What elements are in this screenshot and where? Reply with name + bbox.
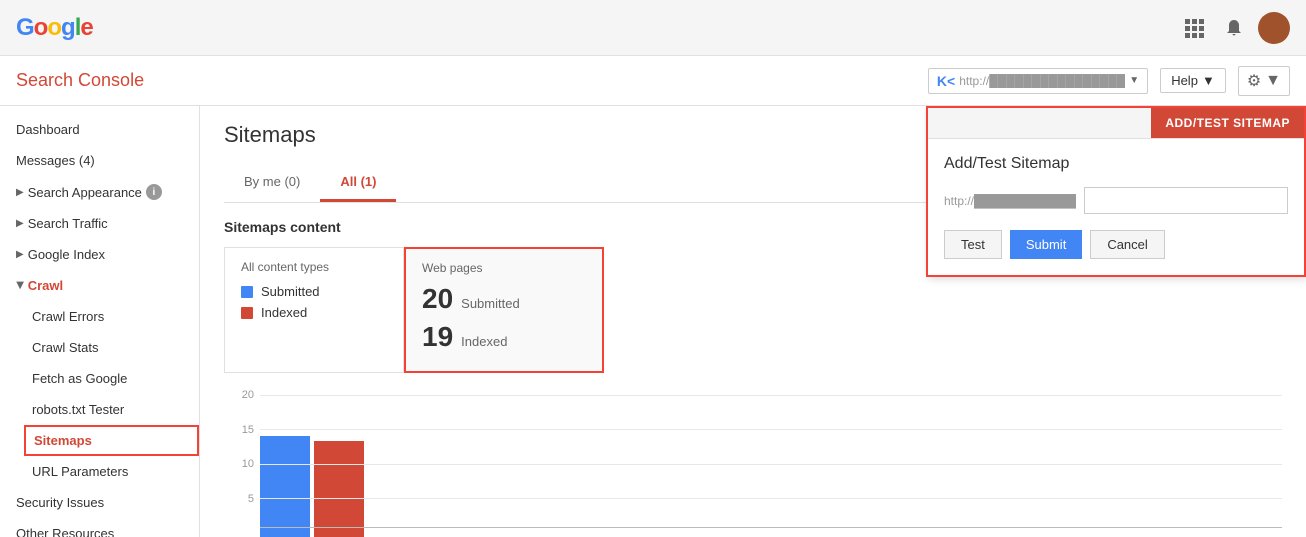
sidebar-item-crawl-stats[interactable]: Crawl Stats — [24, 332, 199, 363]
chart-area: 20 15 10 5 — [224, 389, 1282, 537]
gear-icon: ⚙ — [1247, 71, 1261, 91]
sidebar-section-crawl[interactable]: ▶ Crawl — [0, 270, 199, 301]
sidebar-item-robots-tester[interactable]: robots.txt Tester — [24, 394, 199, 425]
sidebar-item-security-issues[interactable]: Security Issues — [0, 487, 199, 518]
sidebar-item-google-index-label: Google Index — [28, 247, 105, 262]
apps-icon[interactable] — [1178, 12, 1210, 44]
legend-item-submitted: Submitted — [241, 284, 387, 299]
sidebar-item-fetch-as-google[interactable]: Fetch as Google — [24, 363, 199, 394]
sidebar-item-messages[interactable]: Messages (4) — [0, 145, 199, 176]
bar-indexed — [314, 441, 364, 537]
search-appearance-info-icon: i — [146, 184, 162, 200]
sidebar-item-crawl-errors[interactable]: Crawl Errors — [24, 301, 199, 332]
user-avatar[interactable] — [1258, 12, 1290, 44]
sidebar-section-search-traffic[interactable]: ▶ Search Traffic — [0, 208, 199, 239]
grid-rule — [260, 395, 1282, 396]
stat-row-submitted: 20 Submitted — [422, 283, 586, 315]
sidebar-item-dashboard[interactable]: Dashboard — [0, 114, 199, 145]
search-appearance-arrow-icon: ▶ — [16, 187, 24, 198]
notifications-icon[interactable] — [1218, 12, 1250, 44]
popup-add-test-button[interactable]: ADD/TEST SITEMAP — [1151, 108, 1304, 138]
popup-btn-bar: ADD/TEST SITEMAP — [928, 108, 1304, 139]
grid-line-20: 20 — [224, 389, 1282, 401]
submitted-color-dot — [241, 286, 253, 298]
submitted-label: Submitted — [461, 296, 520, 311]
main-layout: Dashboard Messages (4) ▶ Search Appearan… — [0, 106, 1306, 537]
crawl-arrow-icon: ▶ — [14, 282, 25, 290]
stats-card-title: Web pages — [422, 261, 586, 275]
test-button[interactable]: Test — [944, 230, 1002, 259]
sidebar-item-url-parameters[interactable]: URL Parameters — [24, 456, 199, 487]
add-test-sitemap-popup: ADD/TEST SITEMAP Add/Test Sitemap http:/… — [926, 106, 1306, 277]
google-index-arrow-icon: ▶ — [16, 249, 24, 260]
popup-content: Add/Test Sitemap http://████████████ Tes… — [928, 139, 1304, 275]
submitted-count: 20 — [422, 283, 453, 315]
site-selector[interactable]: K< http://████████████████ ▼ — [928, 68, 1148, 94]
settings-button[interactable]: ⚙ ▼ — [1238, 66, 1290, 96]
stat-row-indexed: 19 Indexed — [422, 321, 586, 353]
sidebar-section-google-index[interactable]: ▶ Google Index — [0, 239, 199, 270]
popup-actions: Test Submit Cancel — [944, 230, 1288, 259]
main-content: Sitemaps By me (0) All (1) Sitemaps cont… — [200, 106, 1306, 537]
stats-card: Web pages 20 Submitted 19 Indexed — [404, 247, 604, 373]
legend-item-indexed: Indexed — [241, 305, 387, 320]
sidebar-item-other-resources[interactable]: Other Resources — [0, 518, 199, 537]
app-title: Search Console — [16, 70, 144, 91]
google-logo: Google — [16, 14, 93, 42]
sidebar: Dashboard Messages (4) ▶ Search Appearan… — [0, 106, 200, 537]
settings-arrow-icon: ▼ — [1265, 72, 1281, 90]
sidebar-item-search-traffic-label: Search Traffic — [28, 216, 108, 231]
topbar-right — [1178, 12, 1290, 44]
help-label: Help — [1171, 73, 1198, 88]
sidebar-section-search-appearance[interactable]: ▶ Search Appearance i — [0, 176, 199, 208]
sidebar-item-sitemaps[interactable]: Sitemaps — [24, 425, 199, 456]
submit-button[interactable]: Submit — [1010, 230, 1082, 259]
help-arrow-icon: ▼ — [1202, 73, 1215, 88]
site-url: http://████████████████ — [959, 74, 1125, 88]
bar-submitted — [260, 436, 310, 537]
indexed-color-dot — [241, 307, 253, 319]
subheader: Search Console K< http://███████████████… — [0, 56, 1306, 106]
tab-by-me[interactable]: By me (0) — [224, 164, 320, 202]
crawl-subsection: Crawl Errors Crawl Stats Fetch as Google… — [0, 301, 199, 487]
legend-submitted-label: Submitted — [261, 284, 320, 299]
indexed-count: 19 — [422, 321, 453, 353]
site-selector-prefix: K< — [937, 73, 955, 89]
grid-label-20: 20 — [224, 389, 254, 401]
chart-bars — [224, 408, 1282, 537]
site-selector-arrow: ▼ — [1129, 75, 1139, 86]
sidebar-item-search-appearance-label: Search Appearance — [28, 185, 142, 200]
indexed-label: Indexed — [461, 334, 507, 349]
tab-all[interactable]: All (1) — [320, 164, 396, 202]
search-traffic-arrow-icon: ▶ — [16, 218, 24, 229]
popup-title: Add/Test Sitemap — [944, 155, 1288, 173]
legend-card: All content types Submitted Indexed — [224, 247, 404, 373]
popup-input-row: http://████████████ — [944, 187, 1288, 214]
legend-title: All content types — [241, 260, 387, 274]
cancel-button[interactable]: Cancel — [1090, 230, 1164, 259]
topbar: Google — [0, 0, 1306, 56]
legend-indexed-label: Indexed — [261, 305, 307, 320]
bar-group-web — [260, 436, 364, 537]
help-button[interactable]: Help ▼ — [1160, 68, 1226, 93]
popup-url-prefix: http://████████████ — [944, 194, 1076, 208]
sidebar-item-crawl-label: Crawl — [28, 278, 63, 293]
sitemap-url-input[interactable] — [1084, 187, 1288, 214]
